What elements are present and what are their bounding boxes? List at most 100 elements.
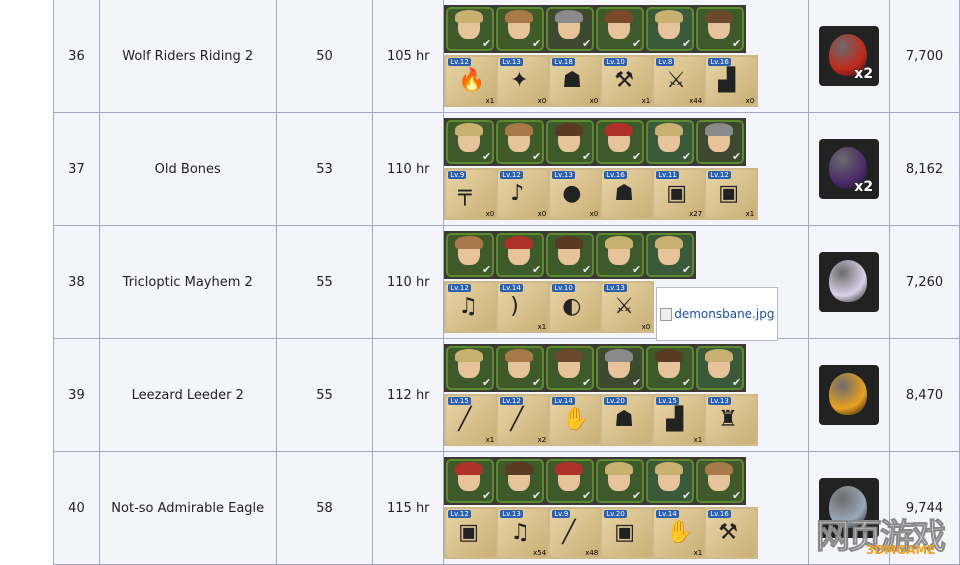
quest-party-cell: ✔ ✔ ✔ ✔ ✔ ✔ Lv.12 🔥 x1 Lv.13 ✦ x0 Lv.18 ☗ x0 Lv.10 ⚒ x1 Lv… — [443, 0, 810, 113]
item-quantity: x1 — [693, 549, 703, 557]
quest-number: 36 — [53, 0, 100, 113]
check-icon: ✔ — [481, 489, 492, 502]
quest-duration: 112 hr — [372, 338, 445, 452]
equipment-slot: Lv.9 ╤ x0 — [446, 170, 497, 218]
greaves-icon: ▟ — [666, 407, 684, 432]
equipment-slot: Lv.14) x1 — [498, 283, 549, 331]
check-icon: ✔ — [681, 37, 692, 50]
quest-name: Wolf Riders Riding 2 — [98, 0, 277, 113]
horned-helmet-icon: ☗ — [562, 68, 582, 93]
hero-portrait: ✔ — [696, 7, 745, 51]
item-quantity: x2 — [537, 436, 547, 444]
item-level-badge: Lv.14 — [552, 397, 575, 405]
hero-portraits: ✔ ✔ ✔ ✔ ✔ ✔ — [444, 344, 747, 392]
item-quantity: x1 — [693, 436, 703, 444]
bone-club-icon: ╱ — [458, 407, 472, 432]
battle-axe-icon: ⚒ — [614, 68, 634, 93]
item-quantity: x44 — [689, 97, 703, 105]
hero-portrait: ✔ — [546, 233, 595, 277]
item-level-badge: Lv.15 — [656, 397, 679, 405]
item-level-badge: Lv.18 — [552, 58, 575, 66]
leather-boots-icon: ▟ — [718, 68, 736, 93]
item-quantity: x0 — [537, 210, 547, 218]
steel-gear-icon — [829, 486, 868, 528]
item-level-badge: Lv.14 — [656, 510, 679, 518]
check-icon: ✔ — [581, 37, 592, 50]
hero-portrait: ✔ — [496, 233, 545, 277]
equipment-slot: Lv.9 ╱ x48 — [550, 509, 601, 557]
lute-icon: ♪ — [510, 181, 525, 206]
check-icon: ✔ — [481, 150, 492, 163]
bagpipes-icon: ♫ — [510, 520, 530, 545]
reward-item: x2 — [819, 139, 880, 199]
item-level-badge: Lv.12 — [448, 58, 471, 66]
item-level-badge: Lv.16 — [604, 171, 627, 179]
quest-party-cell: ✔ ✔ ✔ ✔ ✔ Lv.12 ♫ Lv.14) x1 Lv.10 ◐ Lv.13 ⚔ x0 demonsb… — [443, 225, 810, 341]
reward-item — [819, 365, 880, 425]
spiked-gauntlet-icon: ✋ — [666, 520, 694, 545]
equipment-slot: Lv.13 ⚔ x0 — [602, 283, 653, 331]
equipment-slot: Lv.16 ☗ — [602, 170, 653, 218]
hero-portrait: ✔ — [646, 459, 695, 503]
quest-gold: 7,700 — [889, 0, 960, 113]
check-icon: ✔ — [631, 150, 642, 163]
equipment-slot: Lv.13 ♜ — [706, 396, 757, 444]
check-icon: ✔ — [531, 263, 542, 276]
item-level-badge: Lv.12 — [448, 284, 471, 292]
item-quantity: x1 — [485, 97, 495, 105]
item-level-badge: Lv.12 — [448, 510, 471, 518]
equipment-slot: Lv.10 ⚒ x1 — [602, 57, 653, 105]
equipment-slot: Lv.12 🔥 x1 — [446, 57, 497, 105]
equipment-slot: Lv.14 ✋ x1 — [654, 509, 705, 557]
check-icon: ✔ — [731, 376, 742, 389]
item-quantity: x1 — [641, 97, 651, 105]
quest-duration: 115 hr — [372, 451, 445, 565]
hero-portrait: ✔ — [446, 459, 495, 503]
equipment-slot: Lv.16 ⚒ — [706, 509, 757, 557]
gold-armor-icon: ▣ — [718, 181, 739, 206]
quest-number: 40 — [53, 451, 100, 565]
hero-portrait: ✔ — [446, 346, 495, 390]
quest-name: Old Bones — [98, 112, 277, 226]
orb-staff-icon: ● — [562, 181, 582, 206]
golden-leaf-icon — [829, 373, 868, 415]
hero-portrait: ✔ — [546, 346, 595, 390]
quest-table: 36 Wolf Riders Riding 2 50 105 hr ✔ ✔ ✔ ✔ ✔ ✔ Lv.1… — [53, 0, 960, 565]
reward-item — [819, 478, 880, 538]
item-level-badge: Lv.13 — [604, 284, 627, 292]
hero-portrait: ✔ — [596, 459, 645, 503]
item-level-badge: Lv.9 — [552, 510, 571, 518]
item-quantity: x48 — [585, 549, 599, 557]
item-level-badge: Lv.10 — [604, 58, 627, 66]
quest-level: 58 — [275, 451, 374, 565]
equipment-slot: Lv.11 ▣ x27 — [654, 170, 705, 218]
item-level-badge: Lv.12 — [500, 171, 523, 179]
hero-portraits: ✔ ✔ ✔ ✔ ✔ ✔ — [444, 5, 747, 53]
check-icon: ✔ — [531, 489, 542, 502]
double-axe-icon: ⚔ — [666, 68, 686, 93]
table-row: 39 Leezard Leeder 2 55 112 hr ✔ ✔ ✔ ✔ ✔ ✔ Lv.15 ╱ x1… — [53, 338, 960, 452]
equipment-items: Lv.12 ♫ Lv.14) x1 Lv.10 ◐ Lv.13 ⚔ x0 — [444, 281, 655, 333]
reward-item — [819, 252, 880, 312]
check-icon: ✔ — [681, 150, 692, 163]
bow-icon: ) — [510, 294, 519, 319]
item-level-badge: Lv.13 — [552, 171, 575, 179]
item-quantity: x54 — [533, 549, 547, 557]
check-icon: ✔ — [631, 376, 642, 389]
hero-portrait: ✔ — [646, 346, 695, 390]
check-icon: ✔ — [581, 489, 592, 502]
equipment-slot: Lv.13 ● x0 — [550, 170, 601, 218]
red-armor-icon: ▣ — [614, 520, 635, 545]
item-level-badge: Lv.13 — [708, 397, 731, 405]
quest-level: 55 — [275, 338, 374, 452]
gauntlets-icon: ✋ — [562, 407, 590, 432]
equipment-items: Lv.9 ╤ x0 Lv.12 ♪ x0 Lv.13 ● x0 Lv.16 ☗ Lv.11 ▣ x27 Lv… — [444, 168, 759, 220]
item-level-badge: Lv.13 — [500, 58, 523, 66]
equipment-slot: Lv.18 ☗ x0 — [550, 57, 601, 105]
hero-portrait: ✔ — [546, 459, 595, 503]
quest-party-cell: ✔ ✔ ✔ ✔ ✔ ✔ Lv.12 ▣ Lv.13 ♫ x54 Lv.9 ╱ x48 Lv.20 ▣ Lv.14… — [443, 451, 810, 565]
check-icon: ✔ — [631, 263, 642, 276]
check-icon: ✔ — [481, 37, 492, 50]
hero-portrait: ✔ — [596, 120, 645, 164]
ice-sword-icon: ╱ — [510, 407, 524, 432]
